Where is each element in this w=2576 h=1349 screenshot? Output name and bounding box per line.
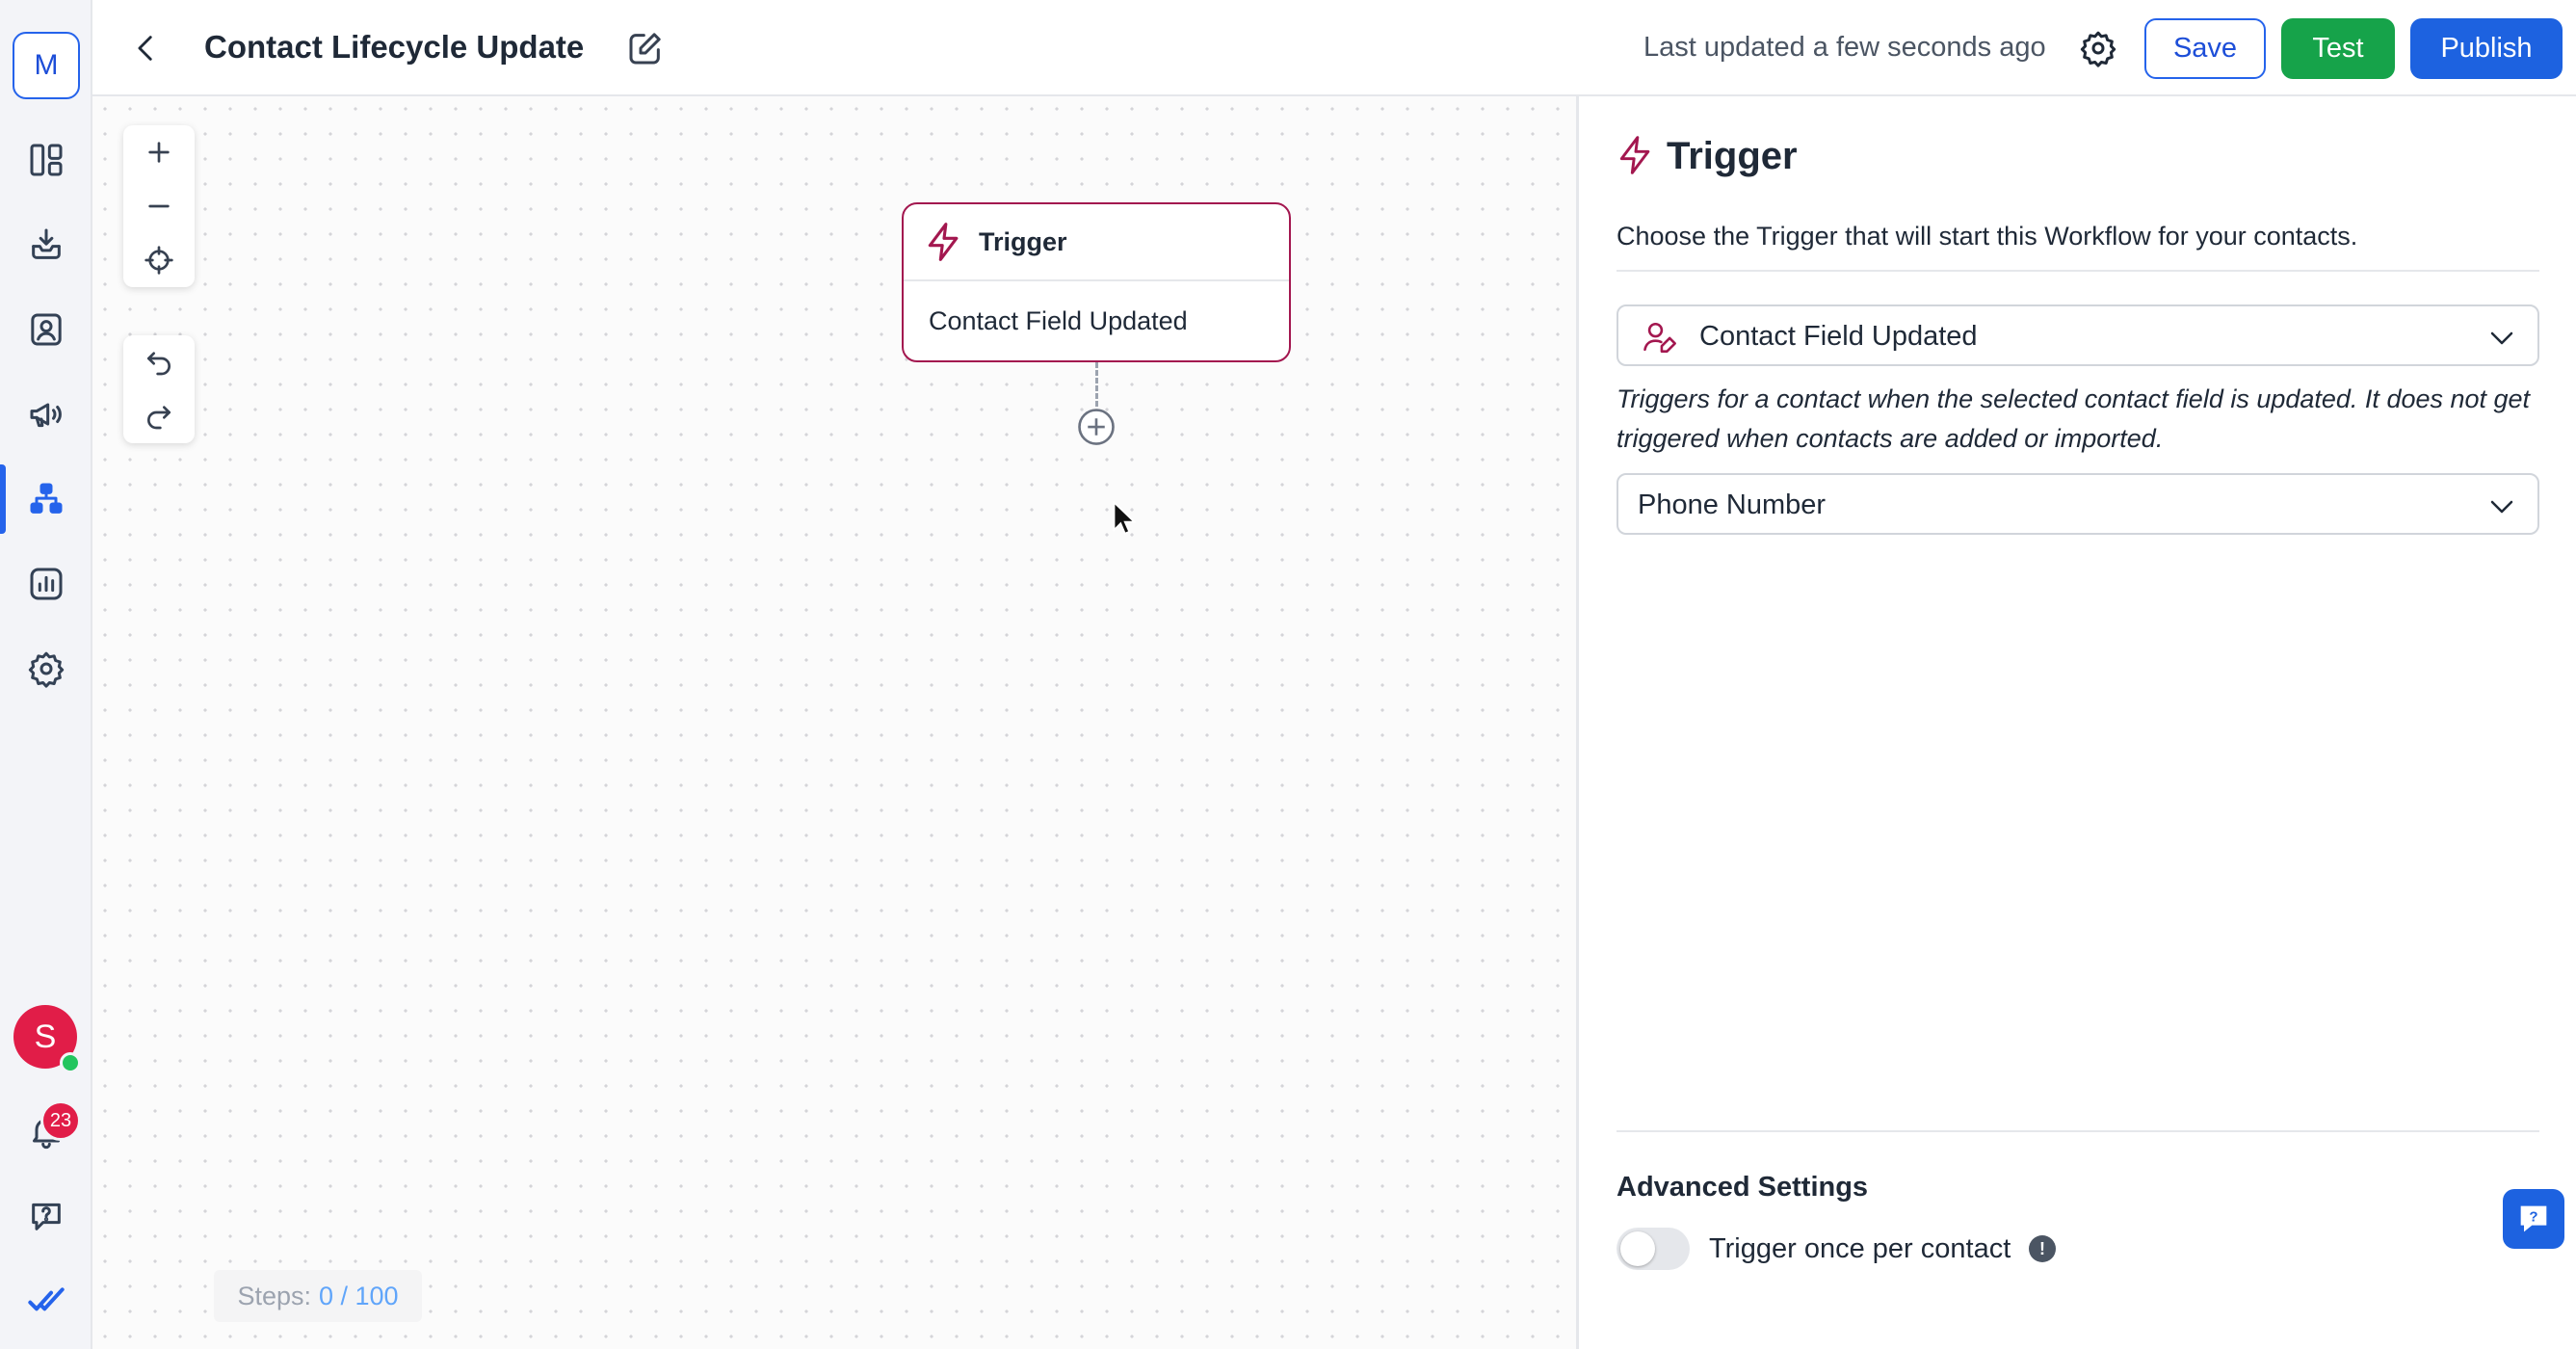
online-status-dot <box>60 1052 81 1073</box>
add-step-button[interactable] <box>1076 407 1117 447</box>
trigger-type-select[interactable]: Contact Field Updated <box>1617 304 2539 366</box>
megaphone-icon <box>30 403 62 428</box>
lightning-icon <box>928 223 959 261</box>
chevron-down-icon <box>2490 500 2513 514</box>
bar-chart-icon <box>30 568 63 600</box>
contact-field-value: Phone Number <box>1638 489 1827 520</box>
workflow-icon <box>30 483 63 514</box>
sidebar-item-inbox[interactable] <box>21 220 71 270</box>
back-button[interactable] <box>125 27 168 69</box>
test-button[interactable]: Test <box>2281 18 2395 79</box>
save-button[interactable]: Save <box>2144 18 2266 79</box>
help-chat-icon <box>32 1203 61 1230</box>
sidebar-item-settings[interactable] <box>21 644 71 694</box>
recenter-button[interactable] <box>123 233 195 287</box>
panel-divider <box>1617 270 2539 272</box>
sidebar-item-workflows[interactable] <box>21 474 71 524</box>
trigger-node-header: Trigger <box>904 204 1289 281</box>
node-connector-line <box>1095 362 1098 407</box>
undo-icon <box>147 352 171 376</box>
contacts-icon <box>31 313 62 346</box>
trigger-node-title: Trigger <box>979 227 1067 256</box>
page-title: Contact Lifecycle Update <box>204 29 585 65</box>
lightning-icon <box>1619 136 1650 174</box>
trigger-node-subtitle: Contact Field Updated <box>929 306 1188 335</box>
dashboard-icon <box>30 144 63 176</box>
undo-button[interactable] <box>123 335 195 389</box>
edit-icon <box>629 33 661 65</box>
panel-title: Trigger <box>1667 135 1798 177</box>
active-nav-indicator <box>0 464 6 534</box>
advanced-divider <box>1617 1130 2539 1132</box>
panel-description: Choose the Trigger that will start this … <box>1617 222 2358 251</box>
crosshair-icon <box>145 246 173 275</box>
workflow-settings-button[interactable] <box>2075 25 2121 71</box>
trigger-node[interactable]: Trigger Contact Field Updated <box>902 202 1291 362</box>
trigger-once-toggle[interactable] <box>1617 1228 1690 1270</box>
steps-label: Steps: <box>237 1281 311 1310</box>
trigger-config-panel <box>1576 96 2576 1349</box>
redo-icon <box>147 406 171 430</box>
sidebar-item-campaigns[interactable] <box>21 389 71 439</box>
chat-help-icon: ? <box>2520 1205 2547 1232</box>
help-chat-button[interactable]: ? <box>2503 1189 2564 1249</box>
support-button[interactable] <box>21 1191 71 1241</box>
plus-icon <box>148 142 170 163</box>
trigger-once-label: Trigger once per contact <box>1709 1233 2011 1264</box>
advanced-settings-title: Advanced Settings <box>1617 1172 1869 1203</box>
contact-field-select[interactable]: Phone Number <box>1617 473 2539 535</box>
double-check-logo-icon <box>28 1287 65 1311</box>
gear-icon <box>28 651 65 688</box>
redo-button[interactable] <box>123 389 195 443</box>
sidebar-item-dashboard[interactable] <box>21 135 71 185</box>
notification-count-badge: 23 <box>40 1100 81 1141</box>
sidebar-item-contacts[interactable] <box>21 304 71 355</box>
steps-counter: Steps: 0 / 100 <box>214 1270 422 1322</box>
workspace-switcher[interactable]: M <box>13 32 80 99</box>
zoom-out-button[interactable] <box>123 179 195 233</box>
sidebar-item-reports[interactable] <box>21 559 71 609</box>
zoom-in-button[interactable] <box>123 125 195 179</box>
steps-value: 0 / 100 <box>318 1281 399 1310</box>
svg-text:?: ? <box>2529 1209 2537 1226</box>
chevron-left-icon <box>138 36 152 61</box>
brand-logo <box>21 1276 71 1326</box>
chevron-down-icon <box>2490 331 2513 345</box>
trigger-help-text: Triggers for a contact when the selected… <box>1617 384 2531 453</box>
info-icon[interactable]: ! <box>2029 1235 2056 1262</box>
toggle-knob <box>1620 1231 1655 1266</box>
history-controls <box>123 335 195 443</box>
contact-edit-icon <box>1643 322 1676 353</box>
minus-icon <box>148 204 170 208</box>
publish-button[interactable]: Publish <box>2410 18 2563 79</box>
edit-title-button[interactable] <box>622 25 669 71</box>
zoom-controls <box>123 125 195 287</box>
sidebar: M S 23 <box>0 0 92 1349</box>
workflow-canvas[interactable] <box>92 96 1576 1349</box>
mouse-cursor-icon <box>1113 501 1136 535</box>
last-updated-status: Last updated a few seconds ago <box>1643 32 2046 63</box>
trigger-type-value: Contact Field Updated <box>1699 321 1978 352</box>
inbox-icon <box>32 228 61 259</box>
gear-icon <box>2080 31 2116 67</box>
add-circle-icon <box>1078 409 1115 445</box>
